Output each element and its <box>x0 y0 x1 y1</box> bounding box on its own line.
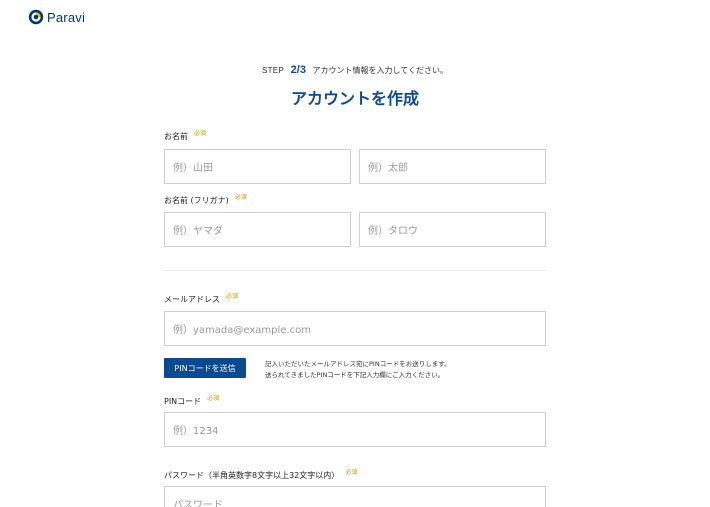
signup-page: Paravi STEP 2/3 アカウント情報を入力してください。 アカウントを… <box>0 0 710 507</box>
email-input[interactable]: 例）yamada@example.com <box>164 311 546 346</box>
first-name-kana-input[interactable]: 例）タロウ <box>359 212 546 247</box>
email-label: メールアドレス 必須 <box>164 293 239 305</box>
email-placeholder: 例）yamada@example.com <box>173 325 311 336</box>
required-badge: 必須 <box>226 293 239 300</box>
pin-input[interactable]: 例）1234 <box>164 412 546 447</box>
required-badge: 必須 <box>234 194 247 201</box>
name-label-text: お名前 <box>164 132 188 141</box>
step-text: アカウント情報を入力してください。 <box>312 66 449 75</box>
last-name-kana-placeholder: 例）ヤマダ <box>173 226 223 237</box>
required-badge: 必須 <box>194 130 207 137</box>
password-label: パスワード（半角英数字8文字以上32文字以内） 必須 <box>164 469 358 481</box>
kana-label-text: お名前 (フリガナ) <box>164 196 229 205</box>
pin-placeholder: 例）1234 <box>173 426 219 437</box>
required-badge: 必須 <box>207 395 220 402</box>
paravi-logo-icon <box>28 9 44 25</box>
last-name-kana-input[interactable]: 例）ヤマダ <box>164 212 351 247</box>
pin-label-text: PINコード <box>164 397 202 406</box>
last-name-input[interactable]: 例）山田 <box>164 149 351 184</box>
pin-note: 記入いただいたメールアドレス宛にPINコードをお送りします。 送られてきましたP… <box>265 359 451 381</box>
kana-label: お名前 (フリガナ) 必須 <box>164 194 247 206</box>
step-indicator: STEP 2/3 アカウント情報を入力してください。 <box>0 64 710 76</box>
email-label-text: メールアドレス <box>164 295 220 304</box>
required-badge: 必須 <box>345 469 358 476</box>
password-placeholder: パスワード <box>173 500 223 507</box>
first-name-placeholder: 例）太郎 <box>368 163 408 174</box>
step-number: 2/3 <box>290 64 306 76</box>
first-name-kana-placeholder: 例）タロウ <box>368 226 418 237</box>
paravi-logo[interactable]: Paravi <box>28 8 85 26</box>
last-name-placeholder: 例）山田 <box>173 163 213 174</box>
pin-note-line-2: 送られてきましたPINコードを下記入力欄にご入力ください。 <box>265 371 445 379</box>
password-input[interactable]: パスワード <box>164 486 546 507</box>
pin-label: PINコード 必須 <box>164 395 220 407</box>
pin-note-line-1: 記入いただいたメールアドレス宛にPINコードをお送りします。 <box>265 360 451 368</box>
section-divider <box>164 270 546 271</box>
send-pin-button[interactable]: PINコードを送信 <box>164 358 246 378</box>
page-title: アカウントを作成 <box>290 89 419 108</box>
logo-text: Paravi <box>47 9 86 25</box>
password-label-text: パスワード（半角英数字8文字以上32文字以内） <box>164 471 340 480</box>
first-name-input[interactable]: 例）太郎 <box>359 149 546 184</box>
name-label: お名前 必須 <box>164 130 207 142</box>
step-label: STEP <box>261 66 285 75</box>
